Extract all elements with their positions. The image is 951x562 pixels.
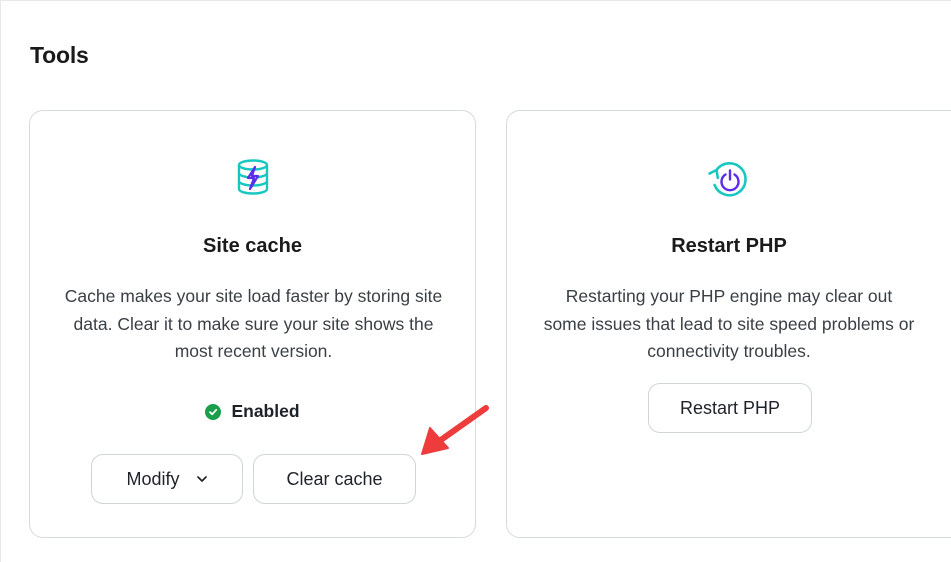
restart-php-label: Restart PHP	[679, 397, 781, 418]
modify-button[interactable]: Modify	[91, 454, 243, 504]
site-cache-title: Site cache	[203, 235, 302, 257]
status-badge: Enabled	[30, 401, 475, 422]
restart-php-card: Restart PHP Restarting your PHP engine m…	[506, 110, 951, 538]
left-divider	[0, 0, 1, 562]
chevron-down-icon	[196, 475, 208, 483]
site-cache-card: Site cache Cache makes your site load fa…	[29, 110, 476, 538]
restart-php-button[interactable]: Restart PHP	[648, 383, 812, 433]
site-cache-description: Cache makes your site load faster by sto…	[64, 286, 443, 361]
clear-cache-label: Clear cache	[286, 468, 383, 489]
modify-label: Modify	[126, 468, 180, 489]
check-circle-icon	[205, 403, 222, 420]
annotation-arrow-icon	[410, 398, 492, 465]
restart-php-title: Restart PHP	[671, 235, 787, 257]
clear-cache-button[interactable]: Clear cache	[253, 454, 416, 504]
restart-php-description: Restarting your PHP engine may clear out…	[543, 286, 915, 361]
status-label: Enabled	[231, 401, 300, 421]
section-title: Tools	[30, 42, 89, 68]
top-divider	[0, 0, 951, 1]
database-bolt-icon	[236, 159, 270, 200]
tools-page: Tools Site cache Cache makes your site l…	[0, 0, 951, 562]
power-restart-icon	[706, 159, 752, 204]
